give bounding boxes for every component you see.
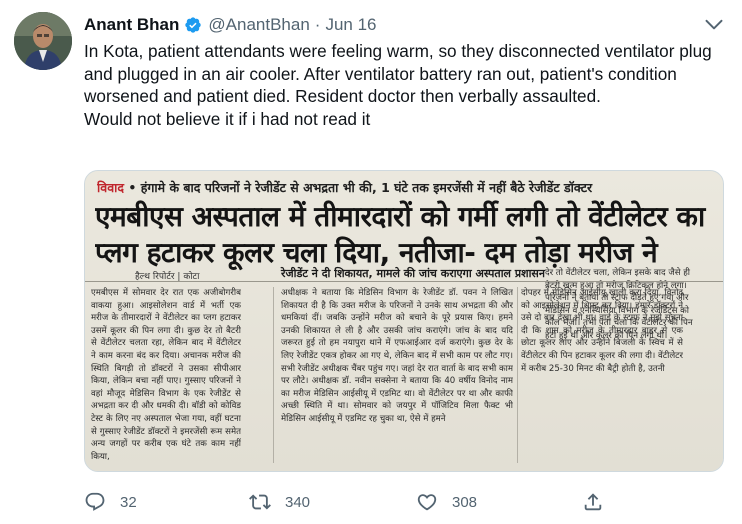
tweet-media-image[interactable]: विवाद • हंगामे के बाद परिजनों ने रेजीडें… [84, 170, 724, 472]
author-display-name[interactable]: Anant Bhan [84, 15, 179, 35]
newspaper-column: दोपहर में मेडिसिन आईसीयू खाली करा दिया, … [521, 288, 683, 374]
retweet-icon [249, 491, 271, 513]
column-divider [517, 287, 518, 463]
retweet-count: 340 [285, 493, 311, 511]
verified-badge-icon [184, 16, 202, 34]
like-count: 308 [452, 493, 478, 511]
newspaper-subhead: रेजीडेंट ने दी शिकायत, मामले की जांच करा… [281, 267, 545, 280]
tweet-actions: 32 340 308 [84, 488, 724, 516]
like-button[interactable]: 308 [416, 491, 477, 513]
newspaper-kicker-text: हंगामे के बाद परिजनों ने रेजीडेंट से अभद… [140, 180, 593, 195]
newspaper-rule [85, 281, 723, 282]
column-divider [273, 287, 274, 463]
more-icon[interactable] [702, 12, 726, 36]
share-icon [582, 491, 604, 513]
reply-count: 32 [120, 493, 137, 511]
newspaper-column: अधीक्षक ने बताया कि मेडिसिन विभाग के रेज… [281, 288, 513, 424]
tweet: Anant Bhan @AnantBhan · Jun 16 In Kota, … [0, 0, 742, 524]
heart-icon [416, 491, 438, 513]
tweet-text-paragraph: Would not believe it if i had not read i… [84, 108, 371, 129]
tweet-header: Anant Bhan @AnantBhan · Jun 16 [84, 14, 702, 36]
author-handle[interactable]: @AnantBhan [208, 15, 309, 35]
retweet-button[interactable]: 340 [249, 491, 310, 513]
newspaper-headline-line: एमबीएस अस्पताल में तीमारदारों को गर्मी ल… [95, 200, 705, 233]
newspaper-kicker: विवाद • हंगामे के बाद परिजनों ने रेजीडें… [97, 180, 593, 195]
newspaper-column: एमबीएस में सोमवार देर रात एक अजीबोगरीब व… [91, 288, 241, 462]
newspaper-clipping: विवाद • हंगामे के बाद परिजनों ने रेजीडें… [85, 171, 723, 471]
share-button[interactable] [582, 491, 604, 513]
reply-icon [84, 491, 106, 513]
newspaper-kicker-tag: विवाद [97, 180, 125, 195]
tweet-text-paragraph: In Kota, patient attendants were feeling… [84, 41, 712, 107]
avatar[interactable] [14, 12, 72, 70]
reply-button[interactable]: 32 [84, 491, 137, 513]
newspaper-headline: एमबीएस अस्पताल में तीमारदारों को गर्मी ल… [95, 199, 719, 271]
header-separator: · [314, 15, 321, 34]
tweet-text: In Kota, patient attendants were feeling… [84, 40, 724, 130]
tweet-date[interactable]: Jun 16 [325, 15, 376, 35]
